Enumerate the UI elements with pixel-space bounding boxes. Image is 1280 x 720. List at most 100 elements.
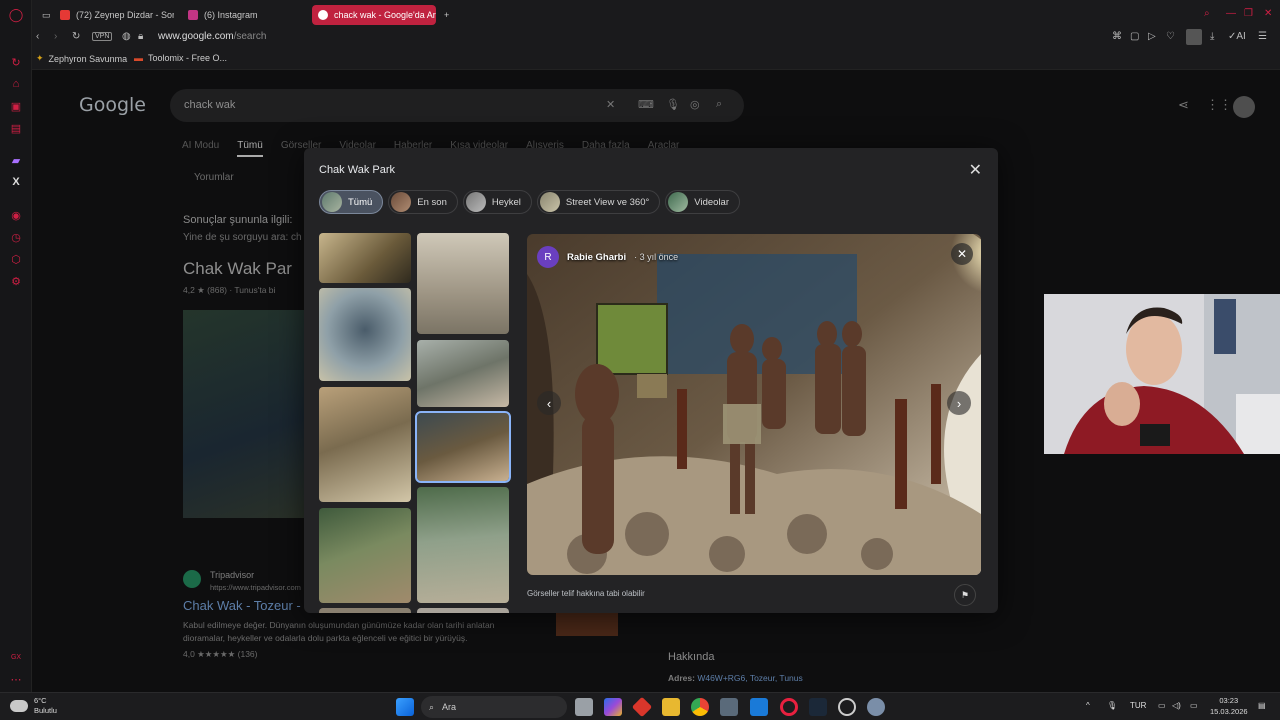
settings-icon[interactable]: ⚙ (9, 274, 23, 288)
x-icon[interactable]: X (9, 175, 23, 189)
next-image-button[interactable]: › (947, 391, 971, 415)
result-url[interactable]: https://www.tripadvisor.com (210, 583, 301, 592)
opera-gx-icon[interactable] (780, 698, 798, 716)
location-icon[interactable]: ◍ (122, 31, 131, 42)
chip-street-view[interactable]: Street View ve 360° (536, 190, 661, 214)
kp-image[interactable] (183, 310, 305, 518)
close-photo-icon[interactable]: ✕ (951, 243, 973, 265)
twitch-icon[interactable]: ▰ (9, 153, 23, 167)
thumbnail[interactable] (417, 340, 509, 407)
outlook-icon[interactable] (750, 698, 768, 716)
thumbnail[interactable] (319, 288, 411, 381)
chip-all[interactable]: Tümü (319, 190, 384, 214)
history-icon[interactable]: ◷ (9, 230, 23, 244)
menu-icon[interactable]: ☰ (1258, 31, 1267, 42)
chip-statue[interactable]: Heykel (462, 190, 532, 214)
shopping-icon[interactable]: ⌂ (9, 77, 23, 91)
thumbnail-selected[interactable] (415, 411, 511, 483)
tab-all[interactable]: Tümü (237, 140, 263, 157)
store-icon[interactable] (720, 698, 738, 716)
tab-ai-mode[interactable]: AI Modu (182, 140, 219, 157)
tab-google[interactable]: chack wak - Google'da Ar (312, 5, 436, 25)
gx-icon[interactable]: GX (9, 650, 23, 664)
taskbar-search[interactable]: ⌕ Ara (421, 696, 567, 718)
back-icon[interactable]: ‹ (36, 31, 39, 42)
url-field[interactable]: www.google.com/search (158, 31, 266, 42)
task-view-icon[interactable] (575, 698, 593, 716)
thumbnail[interactable] (417, 608, 509, 613)
uploader-name[interactable]: Rabie Gharbi (567, 252, 626, 263)
minimize-icon[interactable]: — (1226, 8, 1236, 19)
chrome-icon[interactable] (691, 698, 709, 716)
main-image[interactable]: R Rabie Gharbi · 3 yıl önce ✕ ‹ › (527, 234, 981, 575)
bookmark-toolomix[interactable]: ▬ Toolomix - Free O... (134, 53, 227, 63)
reload-icon[interactable]: ↻ (72, 31, 80, 42)
bookmark-zephyron[interactable]: ✦ Zephyron Savunma (36, 53, 127, 64)
address-value[interactable]: W46W+RG6, Tozeur, Tunus (697, 673, 802, 683)
more-icon[interactable]: ⋯ (9, 672, 23, 686)
keyboard-icon[interactable]: ⌨ (638, 98, 654, 111)
clock[interactable]: 03:23 15.03.2026 (1210, 695, 1248, 717)
thumbnail[interactable] (319, 387, 411, 502)
google-logo[interactable]: Google (79, 94, 146, 116)
tab-youtube[interactable]: (72) Zeynep Dizdar - Son (54, 5, 174, 25)
share-icon[interactable]: ⋖ (1178, 97, 1189, 113)
result-title[interactable]: Chak Wak - Tozeur - (183, 598, 301, 613)
chip-recent[interactable]: En son (388, 190, 458, 214)
notifications-icon[interactable]: ▤ (1258, 701, 1266, 710)
search-input[interactable]: chack wak (184, 99, 235, 111)
search-box[interactable]: chack wak ✕ ⌨ 🎙︎ ◎ ⌕ (170, 89, 744, 122)
thumbnail[interactable] (319, 233, 411, 283)
result-thumbnail[interactable] (556, 610, 618, 636)
opera-logo-icon[interactable]: ◯ (9, 7, 24, 22)
windows-start-icon[interactable] (396, 698, 414, 716)
weather-widget[interactable]: 6°C Bulutlu (10, 696, 57, 716)
messenger-icon[interactable]: ▣ (9, 99, 23, 113)
play-icon[interactable]: ▷ (1148, 31, 1156, 42)
vpn-badge[interactable]: VPN (92, 32, 113, 41)
settings-app-icon[interactable] (867, 698, 885, 716)
thumbnail[interactable] (319, 608, 411, 613)
report-flag-button[interactable]: ⚑ (954, 584, 976, 606)
aria-ai-button[interactable]: ✓AI (1228, 31, 1246, 42)
snapshot-icon[interactable]: ⌘ (1112, 31, 1122, 42)
network-icon[interactable]: ▭ (1158, 701, 1166, 710)
search-icon[interactable]: ⌕ (716, 98, 722, 111)
heart-icon[interactable]: ♡ (1166, 31, 1175, 42)
steam-icon[interactable] (809, 698, 827, 716)
pin-icon[interactable]: ▢ (1130, 31, 1139, 42)
workspaces-icon[interactable]: ▭ (36, 5, 54, 25)
filter-reviews[interactable]: Yorumlar (194, 172, 234, 183)
thumbnail[interactable] (319, 508, 411, 603)
forward-icon[interactable]: › (54, 31, 57, 42)
tab-instagram[interactable]: (6) Instagram (182, 5, 300, 25)
account-avatar[interactable] (1233, 96, 1255, 118)
previous-image-button[interactable]: ‹ (537, 391, 561, 415)
language-indicator[interactable]: TUR (1130, 701, 1146, 710)
search-tabs-icon[interactable]: ⌕ (1204, 8, 1210, 19)
file-explorer-icon[interactable] (662, 698, 680, 716)
aria-icon[interactable]: ↻ (9, 55, 23, 69)
maximize-icon[interactable]: ❐ (1244, 8, 1253, 19)
microphone-icon[interactable]: 🎙︎ (1107, 701, 1117, 710)
uploader-avatar[interactable]: R (537, 246, 559, 268)
close-window-icon[interactable]: ✕ (1264, 8, 1272, 19)
battery-icon[interactable]: ▭ (1190, 701, 1198, 710)
mail-icon[interactable]: ▤ (9, 121, 23, 135)
profile-icon[interactable] (1186, 29, 1202, 45)
chatgpt-icon[interactable] (838, 698, 856, 716)
tray-overflow-icon[interactable]: ^ (1086, 701, 1090, 710)
download-icon[interactable]: ⤓ (1210, 31, 1214, 42)
close-icon[interactable]: ✕ (969, 160, 982, 180)
volume-icon[interactable]: ◁) (1172, 701, 1181, 710)
clear-icon[interactable]: ✕ (606, 98, 615, 111)
thumbnail[interactable] (417, 233, 509, 334)
apps-icon[interactable]: ⋮⋮ (1206, 97, 1232, 113)
mic-icon[interactable]: 🎙︎ (666, 98, 680, 111)
chip-videos[interactable]: Videolar (665, 190, 740, 214)
thumbnail[interactable] (417, 487, 509, 603)
lock-icon[interactable]: 🔒︎ (138, 31, 143, 42)
copilot-icon[interactable] (604, 698, 622, 716)
player-icon[interactable]: ◉ (9, 208, 23, 222)
lens-icon[interactable]: ◎ (690, 98, 700, 111)
